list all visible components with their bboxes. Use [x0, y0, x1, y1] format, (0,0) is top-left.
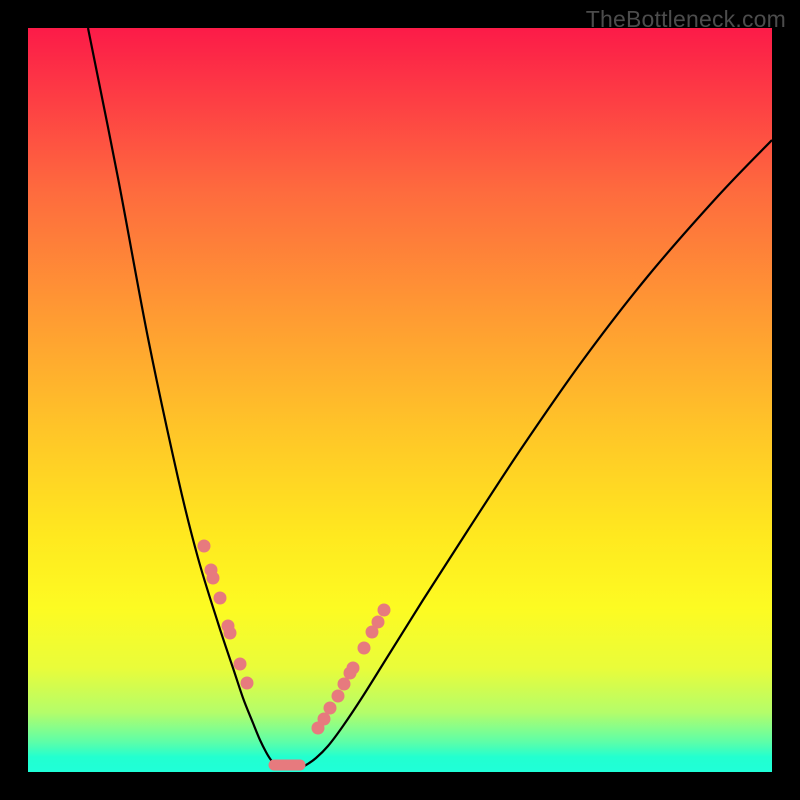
- watermark-text: TheBottleneck.com: [586, 6, 786, 33]
- marker-dot: [207, 572, 220, 585]
- marker-dot: [332, 690, 345, 703]
- marker-dot: [358, 642, 371, 655]
- marker-dot: [372, 616, 385, 629]
- marker-dot: [318, 713, 331, 726]
- marker-dot: [347, 662, 360, 675]
- marker-dot: [198, 540, 211, 553]
- marker-dot: [234, 658, 247, 671]
- marker-dot: [241, 677, 254, 690]
- chart-svg: [28, 28, 772, 772]
- marker-dot: [324, 702, 337, 715]
- marker-dot: [378, 604, 391, 617]
- chart-frame: [28, 28, 772, 772]
- marker-dot: [224, 627, 237, 640]
- bottleneck-curve: [88, 28, 772, 769]
- marker-dot: [214, 592, 227, 605]
- left-marker-cluster: [198, 540, 254, 690]
- marker-dot: [338, 678, 351, 691]
